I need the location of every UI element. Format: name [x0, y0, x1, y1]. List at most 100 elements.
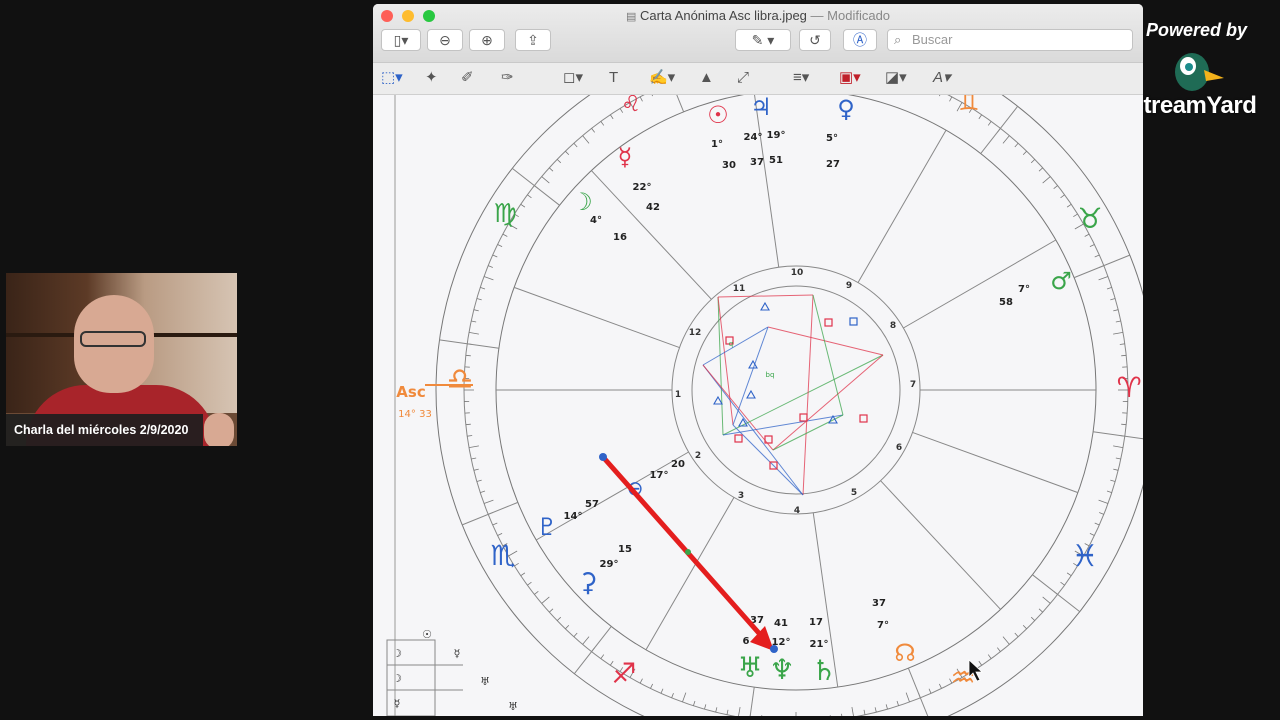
degree-label: 6	[743, 636, 750, 647]
webcam-caption: Charla del miércoles 2/9/2020	[6, 414, 203, 446]
zoom-out-button[interactable]: ⊖	[427, 29, 463, 51]
house-number: 12	[689, 328, 702, 338]
glyph-20: ♄︎	[811, 654, 836, 687]
share-button[interactable]: ⇪	[515, 29, 551, 51]
degree-label: 42	[646, 202, 660, 213]
degree-tick	[1121, 423, 1127, 426]
degree-label: 19°	[767, 130, 786, 141]
arrow-mid-handle	[685, 549, 691, 555]
house-number: 10	[791, 268, 804, 278]
rotate-button[interactable]: ↺	[799, 29, 831, 51]
degree-label: 17°	[650, 470, 669, 481]
arrow-end-handle	[770, 645, 778, 653]
degree-label: 16	[613, 232, 627, 243]
window-title: ▤ Carta Anónima Asc libra.jpeg — Modific…	[373, 8, 1143, 23]
glyph-0: ♌︎	[621, 95, 641, 117]
border-color-icon[interactable]: ▣▾	[839, 68, 861, 88]
sign-icon[interactable]: ✍▾	[649, 68, 675, 88]
search-field[interactable]: ⌕ Buscar	[887, 29, 1133, 51]
degree-label: 5°	[826, 133, 838, 144]
arrow-start-handle	[599, 453, 607, 461]
house-number: 1	[675, 390, 681, 400]
table-glyph: ☿︎	[394, 697, 401, 710]
glyph-8: ♉︎	[1077, 202, 1102, 235]
asc-degree-label: 14° 33	[398, 409, 432, 420]
house-number: 8	[890, 321, 896, 331]
degree-label: 58	[999, 297, 1013, 308]
streamyard-branding: Powered by StreamYard	[1128, 18, 1268, 128]
glyph-12: ♇︎	[536, 513, 558, 541]
table-glyph: ☽︎	[392, 647, 402, 660]
sidebar-toggle-button[interactable]: ▯▾	[381, 29, 421, 51]
adjust-color-icon[interactable]: ▲	[699, 68, 714, 88]
table-glyph: ♅︎	[480, 675, 490, 688]
markup-toggle-button[interactable]: Ⓐ	[843, 29, 877, 51]
text-style-icon[interactable]: A▾	[933, 68, 951, 88]
window-title-status: — Modificado	[810, 8, 891, 23]
highlight-button[interactable]: ✎ ▾	[735, 29, 791, 51]
glyph-5: ☿︎	[618, 143, 633, 171]
degree-label: 37	[750, 157, 764, 168]
glyph-17: ♐︎	[611, 657, 636, 690]
powered-by-label: Powered by	[1146, 20, 1248, 40]
glyph-14: ⚳	[578, 568, 597, 598]
preview-window: ▤ Carta Anónima Asc libra.jpeg — Modific…	[373, 4, 1143, 716]
degree-label: 7°	[1018, 284, 1030, 295]
glyph-19: ♆︎	[769, 653, 794, 686]
document-icon: ▤	[625, 11, 637, 23]
glyph-11: ♈︎	[1116, 371, 1141, 404]
draw-icon[interactable]: ✑	[501, 68, 514, 88]
sketch-icon[interactable]: ✐	[461, 68, 474, 88]
rect-select-icon[interactable]: ⬚▾	[381, 68, 403, 88]
degree-label: 57	[585, 499, 599, 510]
glyph-16: ☊︎	[894, 639, 915, 667]
aspect-label-bq: bq	[766, 371, 775, 379]
degree-tick	[465, 354, 471, 357]
table-glyph: ♅︎	[508, 700, 518, 713]
glyph-6: ☽︎	[571, 188, 593, 216]
house-number: 3	[738, 491, 744, 501]
degree-label: 51	[769, 155, 783, 166]
degree-label: 37	[872, 598, 886, 609]
fill-color-icon[interactable]: ◪▾	[885, 68, 907, 88]
presenter-glasses	[80, 331, 146, 347]
degree-label: 4°	[590, 215, 602, 226]
shapes-icon[interactable]: ◻▾	[563, 68, 583, 88]
streamyard-duck-icon	[1175, 53, 1224, 91]
glyph-4: ♊︎	[958, 95, 980, 116]
house-number: 2	[695, 451, 701, 461]
degree-label: 20	[671, 459, 685, 470]
search-icon: ⌕	[894, 32, 902, 47]
glyph-7: ♍︎	[493, 199, 516, 229]
house-number: 4	[794, 506, 800, 516]
adjust-size-icon[interactable]: ⤢	[737, 68, 749, 88]
degree-label: 30	[722, 160, 736, 171]
astrology-chart: 123456789101112bqq♌︎ ☉︎ ♃︎ ♀︎ ♊︎☿︎☽︎♍︎ ♉︎♂︎♎︎…	[373, 29, 1143, 716]
house-number: 7	[910, 380, 916, 390]
table-glyph: ☿︎	[454, 647, 461, 660]
glyph-3: ♀︎	[837, 95, 855, 123]
glyph-10: ♎︎	[447, 362, 474, 397]
house-number: 5	[851, 488, 857, 498]
search-placeholder: Buscar	[912, 32, 953, 47]
degree-tick	[465, 423, 471, 426]
glyph-18: ♅︎	[737, 651, 762, 684]
degree-label: 15	[618, 544, 632, 555]
shape-style-icon[interactable]: ≡▾	[793, 68, 809, 88]
glyph-15: ♓︎	[1072, 539, 1099, 574]
zoom-in-button[interactable]: ⊕	[469, 29, 505, 51]
instant-alpha-icon[interactable]: ✦	[425, 68, 438, 88]
asc-label: Asc	[396, 383, 425, 401]
degree-label: 17	[809, 617, 823, 628]
degree-label: 29°	[600, 559, 619, 570]
degree-label: 27	[826, 159, 840, 170]
degree-label: 22°	[633, 182, 652, 193]
degree-label: 14°	[564, 511, 583, 522]
aspect-label-q: q	[729, 340, 733, 348]
streamyard-wordmark: StreamYard	[1128, 92, 1257, 119]
glyph-2: ♃︎	[750, 95, 772, 121]
glyph-1: ☉︎	[707, 101, 729, 129]
presenter-hand	[204, 413, 234, 446]
text-icon[interactable]: T	[609, 68, 618, 88]
degree-label: 1°	[711, 139, 723, 150]
